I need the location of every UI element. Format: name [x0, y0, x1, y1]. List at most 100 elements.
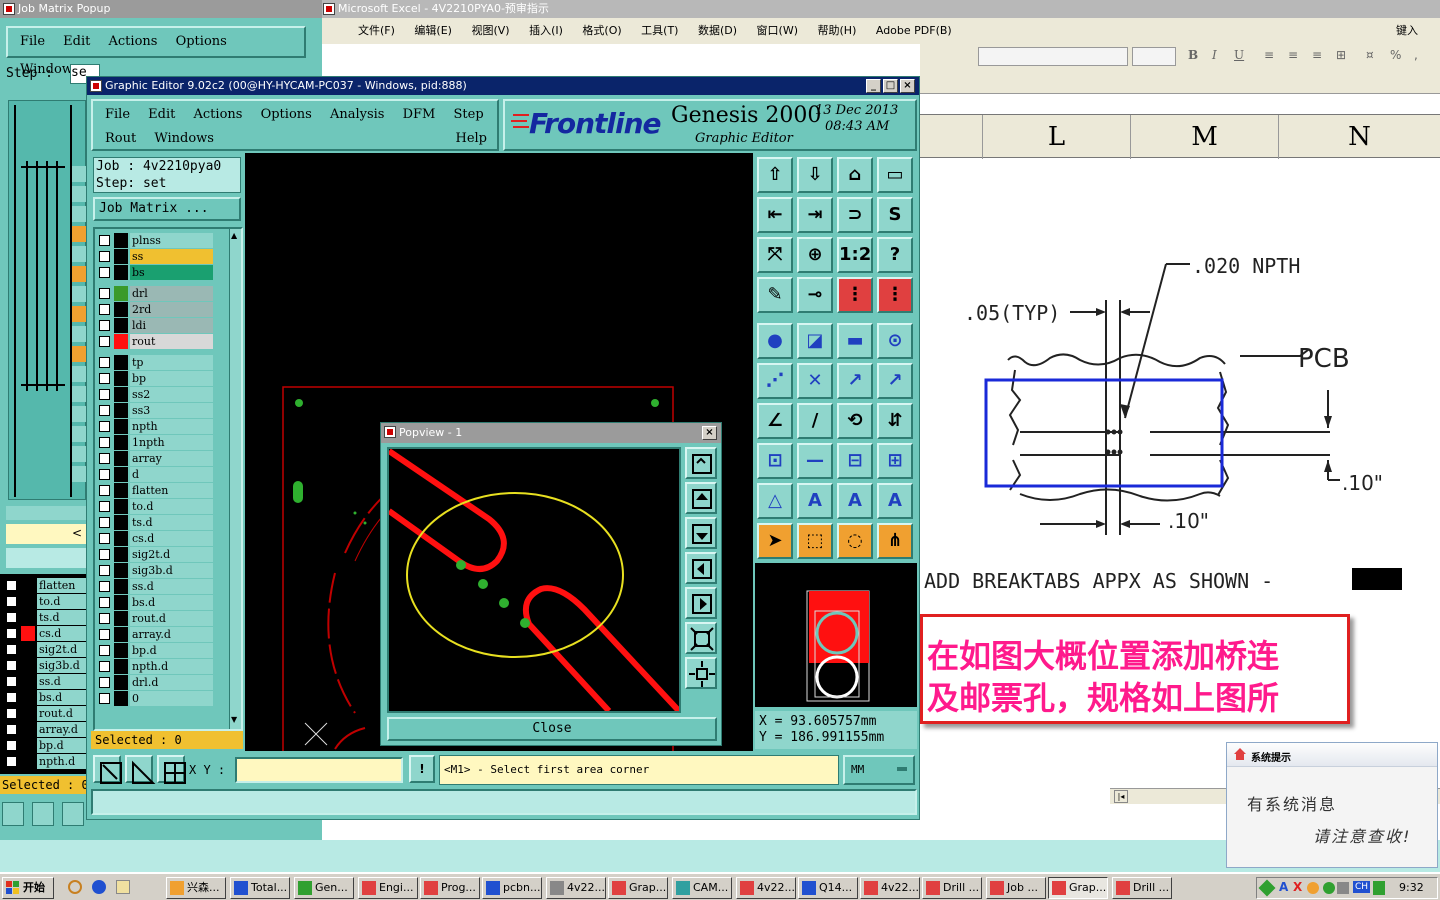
move-button[interactable]: ↗: [837, 363, 873, 399]
scroll-up-icon[interactable]: ▲: [231, 231, 237, 240]
jm-layer-swatch[interactable]: [21, 642, 35, 657]
tray-network-icon[interactable]: [1323, 882, 1335, 894]
jm-layer-row[interactable]: npth.d: [4, 754, 88, 769]
jm-layer-row[interactable]: array.d: [4, 722, 88, 737]
excel-menu-window[interactable]: 窗口(W): [757, 24, 798, 37]
jm-layer-checkbox[interactable]: [6, 628, 17, 639]
break-button[interactable]: —: [797, 443, 833, 479]
layer-row[interactable]: npth.d: [97, 659, 213, 674]
group-button[interactable]: ⊞: [877, 443, 913, 479]
text-a2-button[interactable]: A: [837, 483, 873, 519]
layer-checkbox[interactable]: [99, 357, 110, 368]
layer-row[interactable]: cs.d: [97, 531, 213, 546]
layer-row[interactable]: drl: [97, 286, 213, 301]
layer-row[interactable]: 0: [97, 691, 213, 706]
layer-row[interactable]: drl.d: [97, 675, 213, 690]
layer-checkbox[interactable]: [99, 533, 110, 544]
taskbar-item[interactable]: Prog...: [420, 877, 480, 899]
layer-color-swatch[interactable]: [114, 643, 128, 658]
taskbar-item[interactable]: Job ...: [986, 877, 1046, 899]
close-window-button[interactable]: ×: [900, 79, 915, 93]
zoom-area-button[interactable]: [93, 755, 122, 784]
excel-menu-insert[interactable]: 插入(I): [529, 24, 563, 37]
scale-1-2-button[interactable]: 1:2: [837, 237, 873, 273]
popview-canvas[interactable]: [387, 447, 682, 714]
italic-icon[interactable]: I: [1212, 48, 1217, 62]
jm-layer-swatch[interactable]: [21, 706, 35, 721]
jm-layer-checkbox[interactable]: [6, 756, 17, 767]
jm-layer-row[interactable]: rout.d: [4, 706, 88, 721]
jm-layer-swatch[interactable]: [21, 626, 35, 641]
clock-launch-icon[interactable]: [68, 880, 82, 894]
layer-row[interactable]: to.d: [97, 499, 213, 514]
arc-button[interactable]: ⟲: [837, 403, 873, 439]
jm-layer-checkbox[interactable]: [6, 740, 17, 751]
layer-checkbox[interactable]: [99, 373, 110, 384]
layer-color-swatch[interactable]: [114, 499, 128, 514]
layer-row[interactable]: npth: [97, 419, 213, 434]
taskbar-item[interactable]: 4v22...: [546, 877, 606, 899]
scroll-down-icon[interactable]: ▼: [231, 715, 237, 724]
add-pad-button[interactable]: ●: [757, 323, 793, 359]
layer-checkbox[interactable]: [99, 320, 110, 331]
menu-actions[interactable]: Actions: [194, 107, 243, 122]
fit-profile-button[interactable]: ⊕: [797, 237, 833, 273]
layer-row[interactable]: sig2t.d: [97, 547, 213, 562]
layer-color-swatch[interactable]: [114, 334, 128, 349]
popview-close-button[interactable]: Close: [387, 717, 717, 741]
tray-a-icon[interactable]: A: [1279, 880, 1288, 894]
excel-menu-adobe[interactable]: Adobe PDF(B): [876, 24, 952, 37]
select-circle-button[interactable]: ⊙: [877, 323, 913, 359]
excel-menu-help[interactable]: 帮助(H): [818, 24, 857, 37]
layer-color-swatch[interactable]: [114, 286, 128, 301]
taskbar-item[interactable]: 4v22...: [860, 877, 920, 899]
jm-layer-row[interactable]: flatten: [4, 578, 88, 593]
jm-layer-row[interactable]: sig2t.d: [4, 642, 88, 657]
excel-menu-format[interactable]: 格式(O): [582, 24, 621, 37]
layer-row[interactable]: ss2: [97, 387, 213, 402]
layer-row[interactable]: d: [97, 467, 213, 482]
probe-button[interactable]: ⊸: [797, 277, 833, 313]
jm-menu-options[interactable]: Options: [176, 28, 227, 56]
layer-checkbox[interactable]: [99, 517, 110, 528]
layer-row[interactable]: ss3: [97, 403, 213, 418]
menu-file[interactable]: File: [105, 107, 130, 122]
open-step-button[interactable]: ⇧: [757, 157, 793, 193]
jm-layer-swatch[interactable]: [21, 658, 35, 673]
layer-checkbox[interactable]: [99, 389, 110, 400]
line-button[interactable]: /: [797, 403, 833, 439]
layer-row[interactable]: plnss: [97, 233, 213, 248]
menu-windows[interactable]: Windows: [154, 131, 214, 146]
popview-zoom-in-button[interactable]: [685, 447, 717, 479]
save-step-button[interactable]: ⇩: [797, 157, 833, 193]
menu-step[interactable]: Step: [454, 107, 484, 122]
align-center-icon[interactable]: ≡: [1288, 48, 1298, 62]
tray-s-icon[interactable]: [1373, 881, 1385, 895]
jm-layer-swatch[interactable]: [21, 690, 35, 705]
layer-color-swatch[interactable]: [114, 318, 128, 333]
layer-row[interactable]: 1npth: [97, 435, 213, 450]
jm-layer-checkbox[interactable]: [6, 644, 17, 655]
layer-row[interactable]: ts.d: [97, 515, 213, 530]
layer-checkbox[interactable]: [99, 267, 110, 278]
layer-color-swatch[interactable]: [114, 451, 128, 466]
layer-color-swatch[interactable]: [114, 659, 128, 674]
layer-row[interactable]: ss: [97, 249, 213, 264]
excel-menu-view[interactable]: 视图(V): [471, 24, 509, 37]
jm-layer-swatch[interactable]: [21, 738, 35, 753]
layer-color-swatch[interactable]: [114, 547, 128, 562]
layer-list-scrollbar[interactable]: ▲ ▼: [229, 229, 241, 729]
snap-button[interactable]: ⊃: [837, 197, 873, 233]
layer-checkbox[interactable]: [99, 235, 110, 246]
layer-color-swatch[interactable]: [114, 419, 128, 434]
taskbar-item[interactable]: Total...: [230, 877, 290, 899]
jm-layer-row[interactable]: cs.d: [4, 626, 88, 641]
jm-nav-field[interactable]: <: [6, 524, 86, 544]
angle-button[interactable]: ∠: [757, 403, 793, 439]
connect-button[interactable]: ⋰: [757, 363, 793, 399]
layer-checkbox[interactable]: [99, 421, 110, 432]
excel-menu-tools[interactable]: 工具(T): [641, 24, 678, 37]
column-header-m[interactable]: M: [1130, 115, 1278, 159]
jm-layer-checkbox[interactable]: [6, 612, 17, 623]
tray-volume-icon[interactable]: [1337, 882, 1349, 894]
